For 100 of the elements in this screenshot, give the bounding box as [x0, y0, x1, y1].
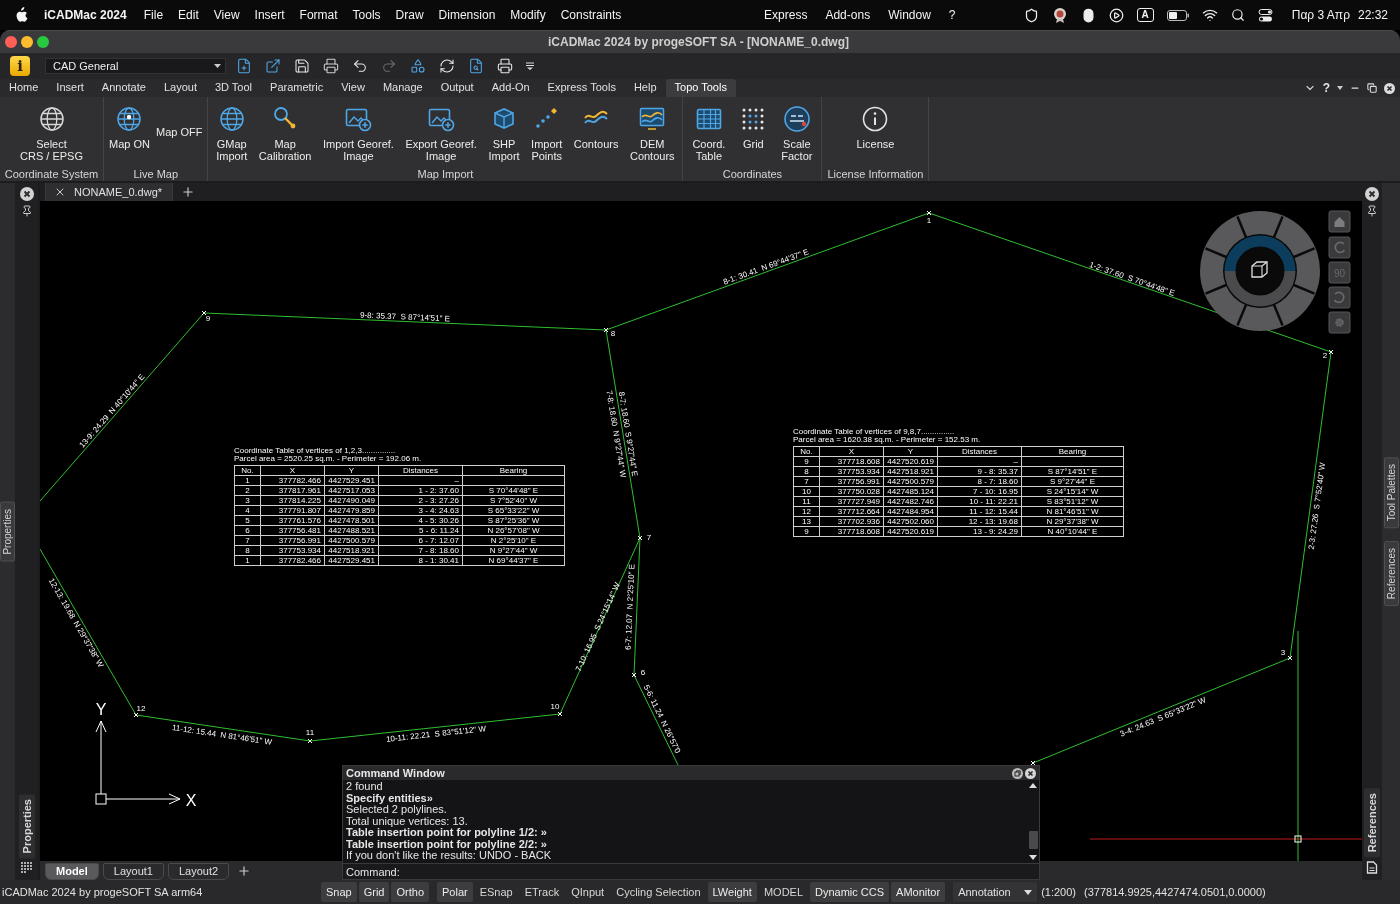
caret-icon[interactable]: [1337, 86, 1343, 90]
arrow-out-icon[interactable]: [265, 58, 281, 74]
status-toggle[interactable]: Snap: [321, 882, 357, 902]
scrollbar-thumb[interactable]: [1028, 831, 1038, 849]
app-logo[interactable]: i: [10, 56, 30, 76]
ribbon-tab[interactable]: View: [332, 79, 374, 97]
printer-icon[interactable]: [497, 58, 513, 74]
battery-icon[interactable]: [1166, 9, 1189, 21]
help-button[interactable]: ?: [1322, 81, 1330, 95]
ribbon-button[interactable]: Map OFF: [152, 97, 206, 138]
more-icon[interactable]: [526, 62, 534, 70]
refresh-icon[interactable]: [439, 58, 455, 74]
ribbon-tab[interactable]: Help: [624, 79, 666, 97]
file-search-icon[interactable]: [468, 58, 484, 74]
minimize-window-button[interactable]: [21, 36, 33, 48]
ribbon-button[interactable]: Coord. Table: [689, 97, 729, 162]
menu-item[interactable]: Dimension: [438, 8, 496, 22]
command-input-field[interactable]: Command:: [343, 863, 1039, 879]
status-toggle[interactable]: AMonitor: [891, 882, 946, 902]
ribbon-button[interactable]: Map ON: [106, 97, 153, 150]
document-tab[interactable]: NONAME_0.dwg*: [45, 183, 174, 201]
scroll-up-icon[interactable]: [1029, 783, 1037, 788]
menu-item[interactable]: ?: [948, 8, 956, 22]
ribbon-button[interactable]: Export Georef. Image: [402, 97, 480, 162]
close-icon[interactable]: [1025, 767, 1036, 779]
toggles-icon[interactable]: [1257, 7, 1273, 23]
document-icon[interactable]: [1366, 861, 1378, 874]
orbit-icon[interactable]: [1328, 236, 1351, 259]
ribbon-button[interactable]: Select CRS / EPSG: [17, 97, 86, 162]
menu-item[interactable]: Format: [299, 8, 338, 22]
ribbon-tab[interactable]: Insert: [47, 79, 93, 97]
layout-tab[interactable]: Layout2: [167, 862, 230, 880]
print-icon[interactable]: [323, 58, 339, 74]
menu-item[interactable]: Constraints: [560, 8, 622, 22]
layout-tab[interactable]: Layout1: [102, 862, 164, 880]
shapes-icon[interactable]: [410, 58, 426, 74]
list-grid-icon[interactable]: [19, 862, 34, 874]
workspace-dropdown[interactable]: CAD General: [45, 58, 226, 74]
close-icon[interactable]: [19, 187, 34, 201]
mouse-icon[interactable]: [1080, 7, 1096, 23]
ribbon-tab[interactable]: Output: [431, 79, 483, 97]
restore-icon[interactable]: [1367, 83, 1377, 93]
side-panel-tab[interactable]: Tool Palettes: [1383, 457, 1399, 529]
model-tab[interactable]: Model: [45, 862, 99, 880]
ribbon-tab[interactable]: Express Tools: [538, 79, 625, 97]
menu-item[interactable]: Edit: [178, 8, 199, 22]
zoom-window-button[interactable]: [37, 36, 49, 48]
new-layout-icon[interactable]: [237, 864, 252, 878]
ribbon-button[interactable]: Scale Factor: [778, 97, 816, 162]
side-panel-tab[interactable]: Properties: [0, 501, 15, 562]
close-icon[interactable]: [1384, 82, 1395, 94]
status-toggle[interactable]: LWeight: [707, 882, 757, 902]
menu-item[interactable]: Express: [764, 8, 808, 22]
ribbon-button[interactable]: GMap Import: [213, 97, 251, 162]
close-icon[interactable]: [54, 186, 66, 198]
search-icon[interactable]: [1230, 8, 1245, 22]
rotate-icon[interactable]: [1328, 286, 1351, 309]
rosette-icon[interactable]: [1051, 7, 1068, 23]
ribbon-tab[interactable]: Parametric: [261, 79, 333, 97]
save-icon[interactable]: [294, 58, 310, 74]
menu-item[interactable]: Tools: [352, 8, 381, 22]
ribbon-tab[interactable]: Add-On: [482, 79, 539, 97]
menu-item[interactable]: View: [213, 8, 240, 22]
ribbon-button[interactable]: Grid: [736, 97, 771, 150]
side-panel-tab[interactable]: References: [1383, 540, 1399, 606]
gear-icon[interactable]: [1328, 311, 1351, 334]
annotation-dropdown[interactable]: Annotation: [953, 882, 1038, 902]
close-icon[interactable]: [1365, 187, 1379, 201]
close-window-button[interactable]: [5, 36, 17, 48]
ribbon-button[interactable]: Import Georef. Image: [319, 97, 397, 162]
side-panel-tab[interactable]: References: [1364, 787, 1380, 857]
ribbon-button[interactable]: SHP Import: [485, 97, 523, 162]
menu-item[interactable]: File: [143, 8, 164, 22]
navigation-wheel[interactable]: [1200, 211, 1320, 331]
restore-icon[interactable]: [1012, 767, 1023, 779]
ribbon-tab[interactable]: Topo Tools: [665, 79, 736, 97]
ribbon-tab[interactable]: Layout: [154, 79, 206, 97]
ribbon-tab[interactable]: Annotate: [92, 79, 155, 97]
undo-icon[interactable]: [352, 58, 368, 74]
ribbon-tab[interactable]: Manage: [373, 79, 432, 97]
play-icon[interactable]: [1108, 7, 1124, 23]
menu-item[interactable]: Insert: [254, 8, 285, 22]
ribbon-tab[interactable]: Home: [0, 79, 48, 97]
menu-item[interactable]: Draw: [395, 8, 424, 22]
input-source-indicator[interactable]: A: [1136, 8, 1154, 22]
apple-logo-icon[interactable]: [14, 7, 28, 23]
ribbon-button[interactable]: License: [853, 97, 898, 150]
status-toggle[interactable]: Ortho: [391, 882, 429, 902]
menu-item[interactable]: Add-ons: [825, 8, 871, 22]
status-toggle[interactable]: Dynamic CCS: [810, 882, 890, 902]
new-tab-icon[interactable]: [181, 185, 196, 199]
status-toggle[interactable]: Polar: [437, 882, 473, 902]
menu-item[interactable]: Window: [888, 8, 931, 22]
status-toggle[interactable]: Grid: [358, 882, 390, 902]
pin-icon[interactable]: [20, 205, 33, 217]
shield-icon[interactable]: [1023, 7, 1039, 23]
wifi-icon[interactable]: [1201, 7, 1218, 23]
app-menu[interactable]: iCADMac 2024: [44, 8, 127, 22]
ribbon-button[interactable]: Contours: [570, 97, 622, 150]
menu-item[interactable]: Modify: [510, 8, 546, 22]
